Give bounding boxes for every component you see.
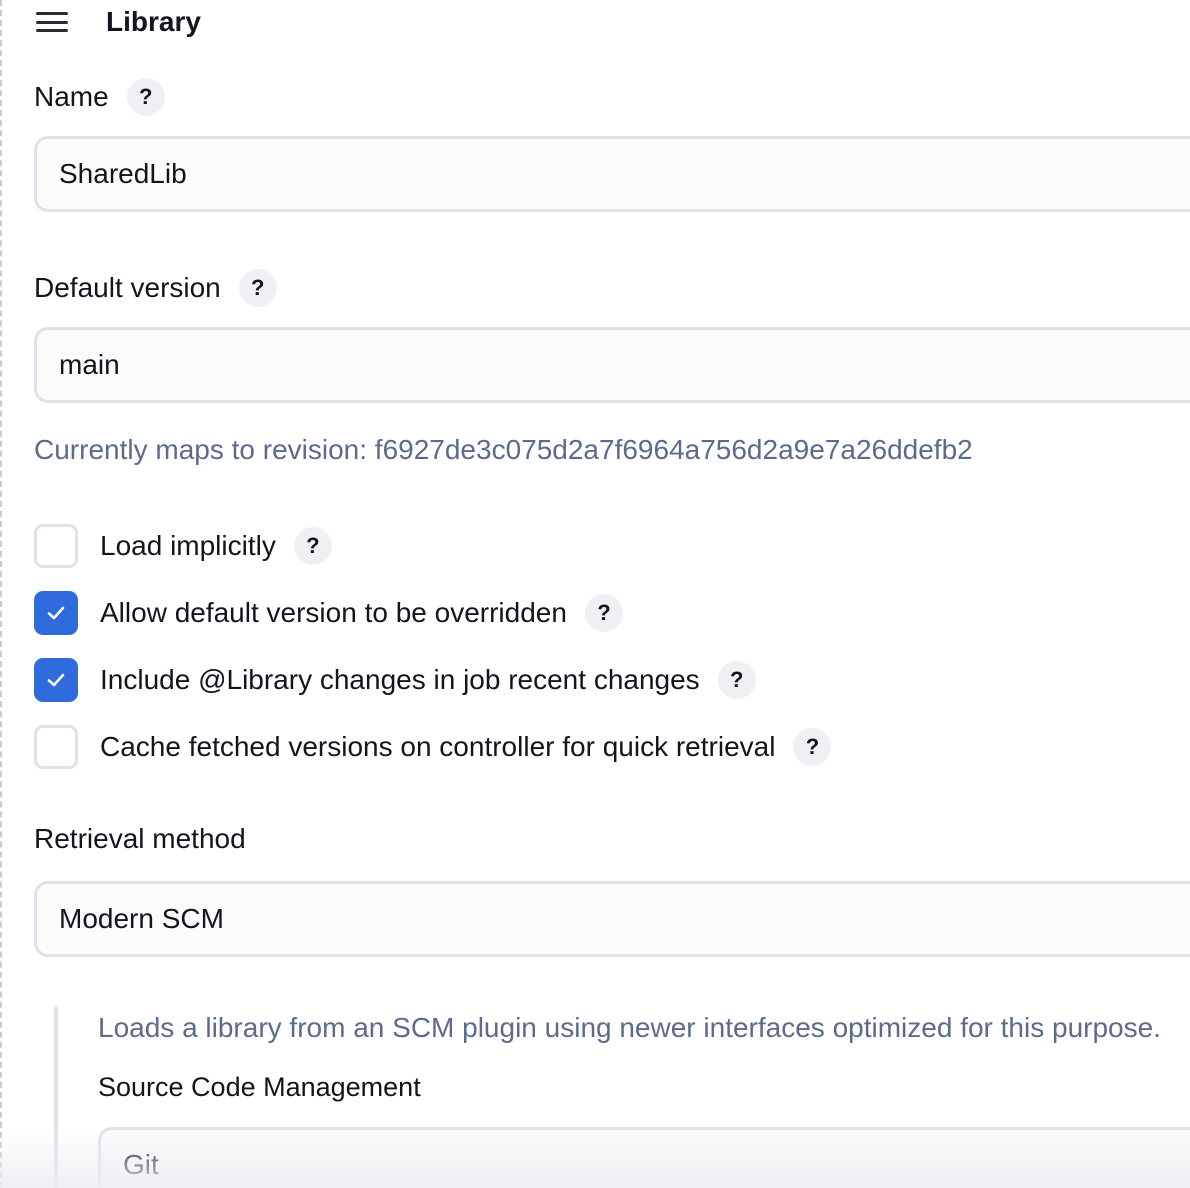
section-header: Library bbox=[36, 4, 201, 40]
library-config-page: Library Name ? SharedLib Default version… bbox=[0, 0, 1190, 1188]
load-implicitly-help-icon[interactable]: ? bbox=[293, 527, 332, 565]
include-changes-help-icon[interactable]: ? bbox=[717, 661, 756, 699]
option-load-implicitly: Load implicitly ? bbox=[34, 524, 332, 568]
include-changes-checkbox[interactable] bbox=[34, 658, 78, 702]
allow-override-help-icon[interactable]: ? bbox=[584, 594, 623, 632]
default-version-label-row: Default version ? bbox=[34, 269, 277, 307]
name-label: Name bbox=[34, 81, 109, 112]
retrieval-method-description: Loads a library from an SCM plugin using… bbox=[98, 1012, 1161, 1043]
allow-override-label: Allow default version to be overridden bbox=[100, 597, 567, 628]
drag-handle-icon[interactable] bbox=[36, 12, 68, 32]
scm-label: Source Code Management bbox=[98, 1072, 421, 1102]
include-changes-label: Include @Library changes in job recent c… bbox=[100, 664, 700, 695]
option-include-changes: Include @Library changes in job recent c… bbox=[34, 658, 756, 702]
checkmark-icon bbox=[47, 606, 65, 620]
nested-section-bar bbox=[54, 1006, 58, 1188]
default-version-label: Default version bbox=[34, 272, 221, 303]
scm-label-row: Source Code Management bbox=[98, 1072, 421, 1103]
retrieval-method-label-row: Retrieval method bbox=[34, 823, 246, 855]
option-allow-override: Allow default version to be overridden ? bbox=[34, 591, 623, 635]
default-version-input[interactable]: main bbox=[34, 327, 1190, 403]
option-cache-versions: Cache fetched versions on controller for… bbox=[34, 725, 832, 769]
retrieval-method-label: Retrieval method bbox=[34, 823, 246, 854]
name-input[interactable]: SharedLib bbox=[34, 136, 1190, 212]
cache-versions-label: Cache fetched versions on controller for… bbox=[100, 731, 776, 762]
name-help-icon[interactable]: ? bbox=[126, 78, 165, 116]
checkmark-icon bbox=[47, 673, 65, 687]
scm-select[interactable]: Git bbox=[98, 1127, 1190, 1188]
name-label-row: Name ? bbox=[34, 78, 165, 116]
cache-versions-help-icon[interactable]: ? bbox=[793, 728, 832, 766]
cache-versions-checkbox[interactable] bbox=[34, 725, 78, 769]
allow-override-checkbox[interactable] bbox=[34, 591, 78, 635]
revision-hint: Currently maps to revision: f6927de3c075… bbox=[34, 434, 973, 465]
section-dashed-border bbox=[0, 0, 2, 1188]
section-title: Library bbox=[106, 6, 201, 37]
load-implicitly-checkbox[interactable] bbox=[34, 524, 78, 568]
retrieval-method-select[interactable]: Modern SCM bbox=[34, 881, 1190, 957]
default-version-help-icon[interactable]: ? bbox=[238, 269, 277, 307]
load-implicitly-label: Load implicitly bbox=[100, 530, 276, 561]
